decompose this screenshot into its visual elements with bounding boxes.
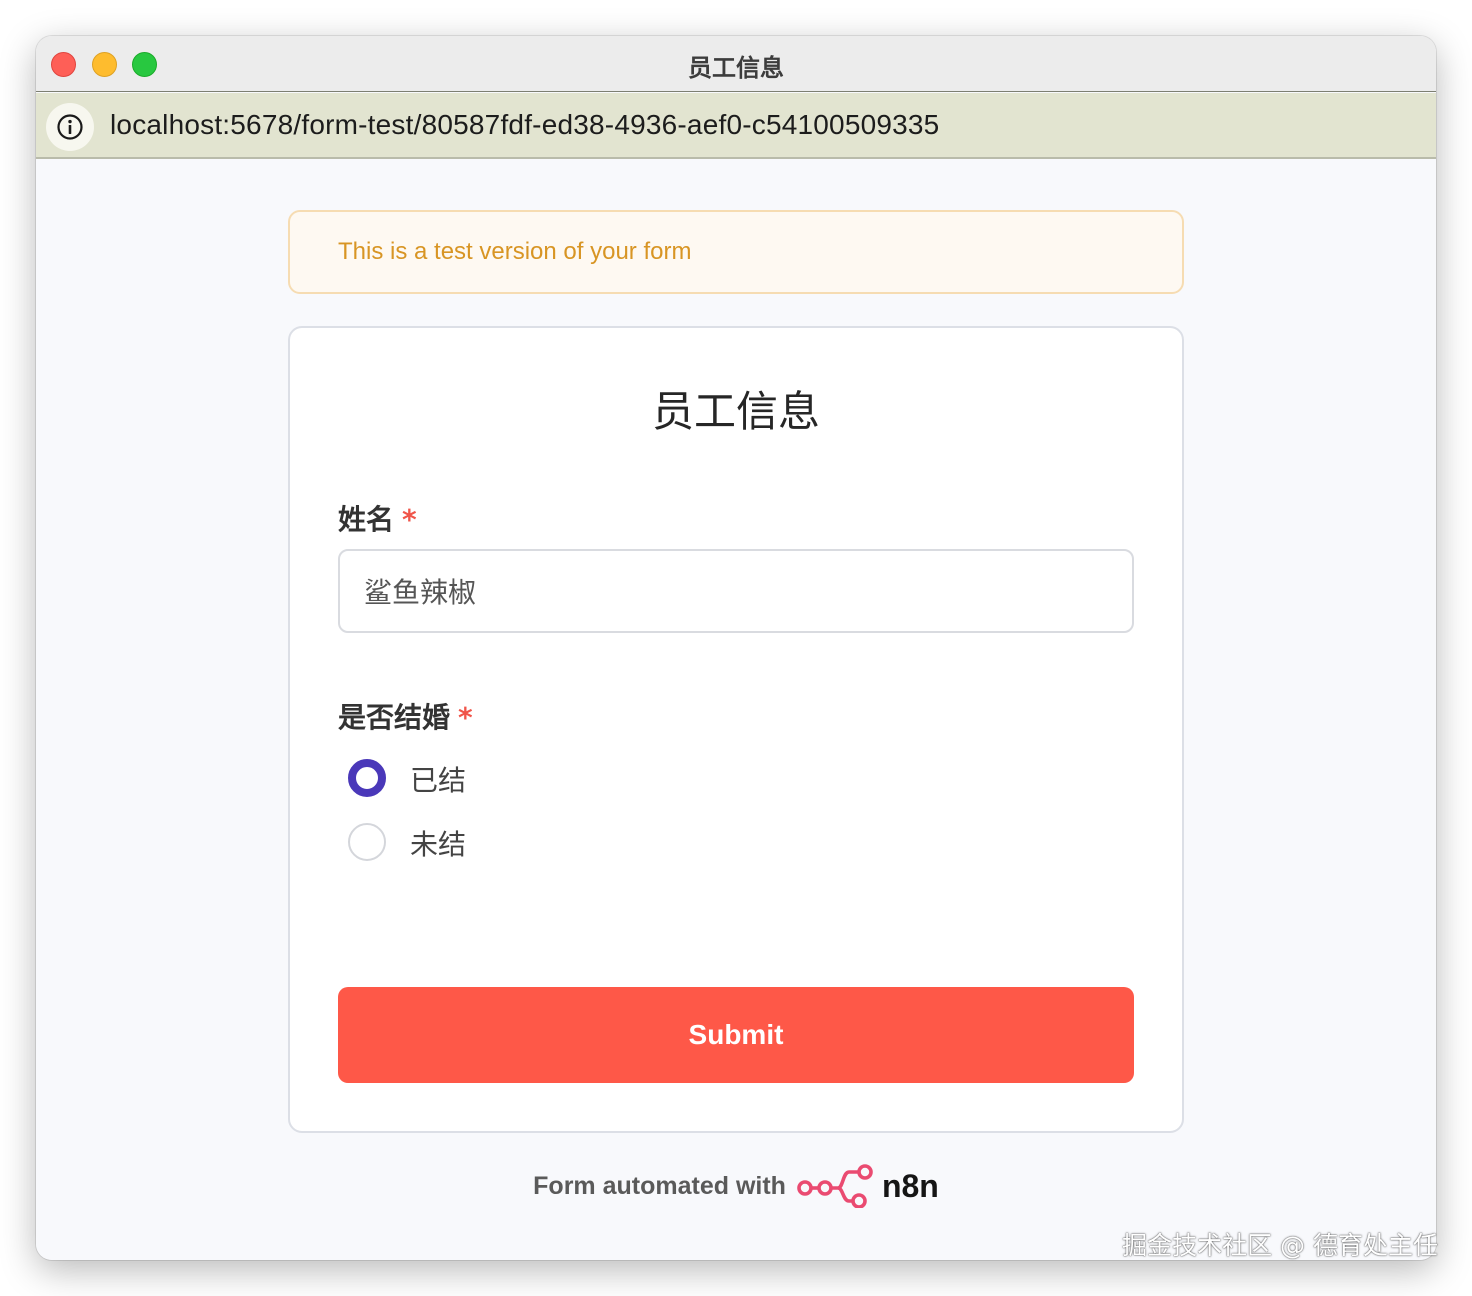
married-label-text: 是否结婚 xyxy=(338,701,451,734)
form-card: 员工信息 姓名* 是否结婚* 已结 未结 Submit xyxy=(288,326,1184,1133)
banner-text: This is a test version of your form xyxy=(338,238,692,265)
title-bar: 员工信息 xyxy=(36,36,1436,92)
form-title: 员工信息 xyxy=(651,387,820,436)
page-content: This is a test version of your form 员工信息… xyxy=(36,161,1436,1260)
radio-button-selected[interactable] xyxy=(348,759,386,797)
window-title: 员工信息 xyxy=(688,54,784,82)
test-version-banner: This is a test version of your form xyxy=(288,210,1184,294)
browser-window: 员工信息 localhost:5678/form-test/80587fdf-e… xyxy=(36,36,1436,1260)
name-field-label: 姓名 * xyxy=(338,498,417,538)
footer-link[interactable]: Form automated with n8n xyxy=(533,1164,939,1208)
n8n-brand-text: n8n xyxy=(881,1167,939,1204)
married-field-label: 是否结婚 * xyxy=(338,696,473,736)
address-bar[interactable]: localhost:5678/form-test/80587fdf-ed38-4… xyxy=(36,93,1436,159)
name-label-text: 姓名 xyxy=(338,503,395,536)
site-info-button[interactable] xyxy=(46,103,94,151)
footer: Form automated with n8n xyxy=(36,1164,1436,1214)
required-asterisk: * xyxy=(458,701,473,734)
n8n-logo-icon xyxy=(797,1164,873,1208)
watermark: 掘金技术社区 @ 德育处主任 xyxy=(1122,1231,1438,1260)
radio-label-married[interactable]: 已结 xyxy=(410,759,466,799)
submit-button[interactable]: Submit xyxy=(338,987,1134,1083)
url-text[interactable]: localhost:5678/form-test/80587fdf-ed38-4… xyxy=(110,109,939,141)
footer-text: Form automated with xyxy=(533,1171,786,1200)
radio-button-unselected[interactable] xyxy=(348,823,386,861)
radio-label-unmarried[interactable]: 未结 xyxy=(410,823,466,863)
name-input[interactable] xyxy=(338,549,1134,633)
required-asterisk: * xyxy=(402,503,417,536)
info-icon xyxy=(57,114,83,140)
